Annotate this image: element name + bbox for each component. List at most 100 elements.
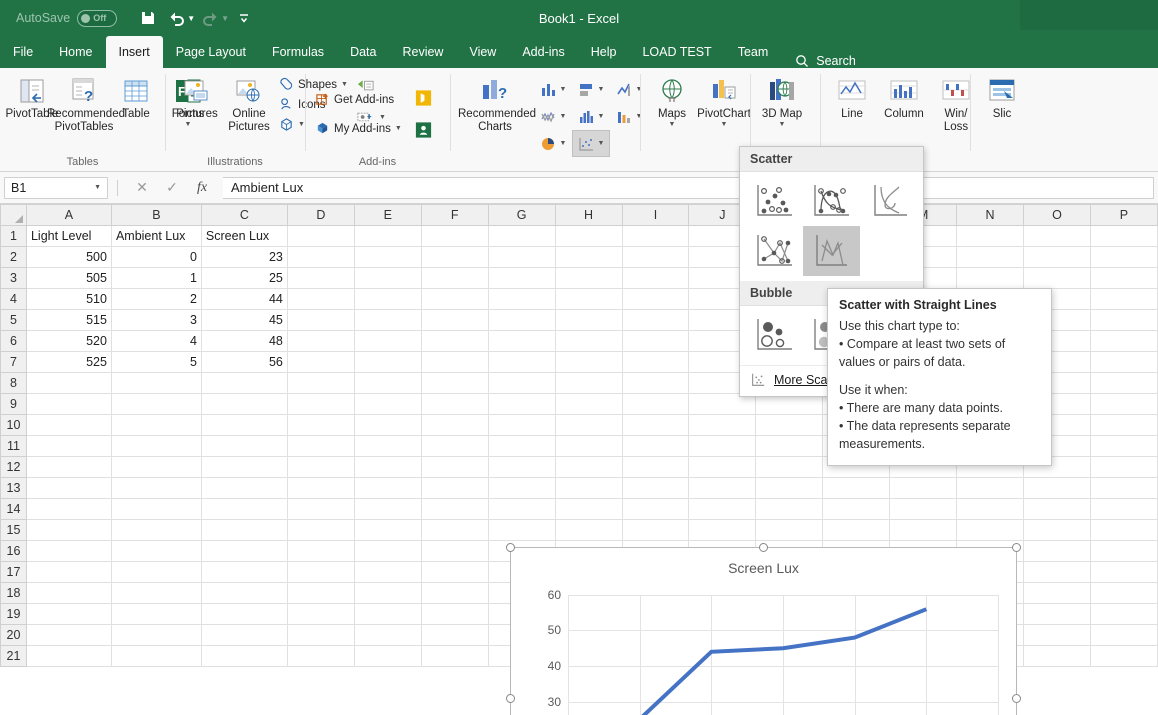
cell-f6[interactable] [420,330,489,352]
cell-a10[interactable] [25,414,112,436]
cell-d13[interactable] [286,477,355,499]
bing-maps-button[interactable] [410,87,437,109]
bar-chart-dropdown-icon[interactable]: ▼ [598,86,605,93]
cell-e10[interactable] [353,414,422,436]
cell-b8[interactable] [110,372,202,394]
cell-p9[interactable] [1089,393,1158,415]
cell-f20[interactable] [420,624,489,646]
cell-d11[interactable] [286,435,355,457]
cell-d9[interactable] [286,393,355,415]
cell-j11[interactable] [688,435,757,457]
resize-handle-top-right[interactable] [1012,543,1021,552]
row-header-3[interactable]: 3 [0,267,27,289]
cell-o13[interactable] [1023,477,1091,499]
row-header-12[interactable]: 12 [0,456,27,478]
tab-add-ins[interactable]: Add-ins [509,36,577,68]
cell-k11[interactable] [755,435,824,457]
cell-b11[interactable] [110,435,202,457]
cell-b20[interactable] [110,624,202,646]
cell-m14[interactable] [889,498,958,520]
cell-f1[interactable] [420,225,489,247]
cell-p3[interactable] [1089,267,1158,289]
cell-j14[interactable] [688,498,757,520]
3d-models-dropdown-icon[interactable]: ▼ [298,121,305,128]
cell-a5[interactable]: 515 [25,309,112,331]
cell-i7[interactable] [621,351,690,373]
undo-dropdown-icon[interactable]: ▼ [187,14,195,23]
cell-h1[interactable] [554,225,623,247]
cell-e4[interactable] [353,288,422,310]
cell-a21[interactable] [25,645,112,667]
cell-b2[interactable]: 0 [110,246,202,268]
cell-e14[interactable] [353,498,422,520]
cell-b12[interactable] [110,456,202,478]
cell-e21[interactable] [353,645,422,667]
cell-e3[interactable] [353,267,422,289]
cell-g13[interactable] [487,477,556,499]
tab-team[interactable]: Team [725,36,782,68]
cell-h14[interactable] [554,498,623,520]
cell-n13[interactable] [956,477,1025,499]
cell-i13[interactable] [621,477,690,499]
cell-a7[interactable]: 525 [25,351,112,373]
cell-d14[interactable] [286,498,355,520]
row-header-5[interactable]: 5 [0,309,27,331]
cell-g14[interactable] [487,498,556,520]
cell-i3[interactable] [621,267,690,289]
cell-a11[interactable] [25,435,112,457]
tab-view[interactable]: View [456,36,509,68]
cell-a16[interactable] [25,540,112,562]
cell-d15[interactable] [286,519,355,541]
cell-b5[interactable]: 3 [110,309,202,331]
cell-e13[interactable] [353,477,422,499]
cell-h12[interactable] [554,456,623,478]
formula-input[interactable]: Ambient Lux [223,176,1154,199]
pie-chart-dropdown-icon[interactable]: ▼ [560,140,567,147]
cell-f8[interactable] [420,372,489,394]
cell-j10[interactable] [688,414,757,436]
cell-g10[interactable] [487,414,556,436]
cell-d5[interactable] [286,309,355,331]
column-header-d[interactable]: D [286,204,355,226]
cell-i1[interactable] [621,225,690,247]
cell-i11[interactable] [621,435,690,457]
cell-m15[interactable] [889,519,958,541]
cell-a18[interactable] [25,582,112,604]
cell-p11[interactable] [1089,435,1158,457]
cell-o18[interactable] [1023,582,1091,604]
cell-c11[interactable] [200,435,288,457]
cell-p8[interactable] [1089,372,1158,394]
column-chart-dropdown-icon[interactable]: ▼ [560,86,567,93]
cell-p18[interactable] [1089,582,1158,604]
cell-e19[interactable] [353,603,422,625]
chart-object[interactable]: Screen Lux 0 10 20 30 40 50 60 [506,543,1021,715]
cell-c8[interactable] [200,372,288,394]
people-graph-button[interactable] [410,119,437,141]
row-header-4[interactable]: 4 [0,288,27,310]
maps-dropdown-icon[interactable]: ▼ [669,121,676,129]
cell-o15[interactable] [1023,519,1091,541]
scatter-markers-only-option[interactable] [745,176,803,226]
row-header-6[interactable]: 6 [0,330,27,352]
cell-c2[interactable]: 23 [200,246,288,268]
cell-i12[interactable] [621,456,690,478]
cell-h7[interactable] [554,351,623,373]
cell-i14[interactable] [621,498,690,520]
cell-e5[interactable] [353,309,422,331]
cell-f3[interactable] [420,267,489,289]
cell-n2[interactable] [956,246,1025,268]
cell-f21[interactable] [420,645,489,667]
cell-h6[interactable] [554,330,623,352]
stock-chart-dropdown-icon[interactable]: ▼ [560,113,567,120]
cell-p2[interactable] [1089,246,1158,268]
cell-o21[interactable] [1023,645,1091,667]
cell-a8[interactable] [25,372,112,394]
cell-f7[interactable] [420,351,489,373]
cell-n15[interactable] [956,519,1025,541]
cell-b10[interactable] [110,414,202,436]
cell-e18[interactable] [353,582,422,604]
cell-b19[interactable] [110,603,202,625]
cell-a20[interactable] [25,624,112,646]
cell-i10[interactable] [621,414,690,436]
save-icon[interactable] [135,5,161,31]
